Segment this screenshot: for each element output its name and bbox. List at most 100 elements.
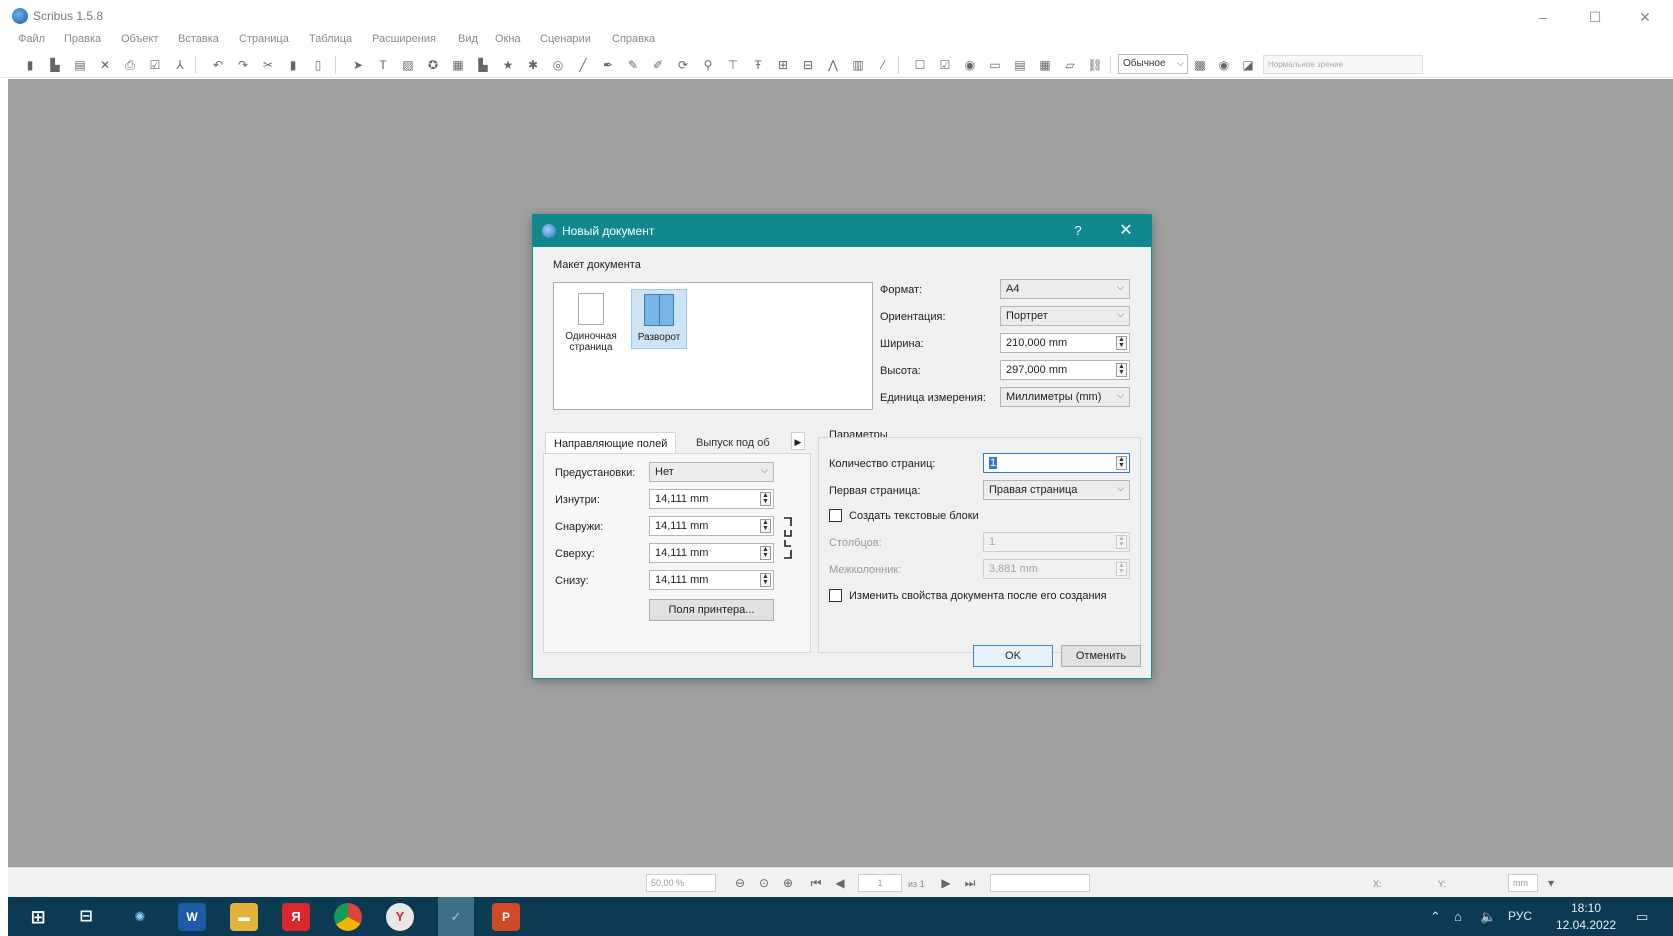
copy-icon[interactable]: ▮	[285, 57, 301, 73]
spinner-arrows-icon[interactable]: ▲ ▼	[760, 573, 771, 587]
inside-margin-input[interactable]: 14,111 mm ▲ ▼	[649, 489, 774, 509]
language-indicator[interactable]: РУС	[1508, 909, 1532, 923]
select-arrow-icon[interactable]: ➤	[350, 57, 366, 73]
top-margin-input[interactable]: 14,111 mm ▲ ▼	[649, 543, 774, 563]
cancel-button[interactable]: Отменить	[1061, 645, 1141, 667]
menu-help[interactable]: Справка	[612, 33, 655, 45]
menu-page[interactable]: Страница	[239, 33, 289, 45]
menu-item-object[interactable]: Объект	[121, 33, 158, 45]
pdf-combo-icon[interactable]: ▤	[1012, 57, 1028, 73]
format-select[interactable]: A4 ⌵	[1000, 279, 1130, 299]
eye-preview-icon[interactable]: ◉	[1216, 57, 1232, 73]
zoom-out-icon[interactable]: ⊖	[732, 874, 748, 892]
undo-icon[interactable]: ↶	[210, 57, 226, 73]
tab-margin-guides[interactable]: Направляющие полей	[545, 432, 677, 454]
network-icon[interactable]: ⌂	[1454, 909, 1462, 924]
pdf-link-icon[interactable]: ⛓	[1087, 57, 1103, 73]
preflight-icon[interactable]: ☑	[147, 57, 163, 73]
pdf-checkbox-icon[interactable]: ☑	[937, 57, 953, 73]
copy-properties-icon[interactable]: ▥	[850, 57, 866, 73]
color-preview-icon[interactable]: ▩	[1192, 57, 1208, 73]
open-document-icon[interactable]: ▙	[47, 57, 63, 73]
tab-bleeds[interactable]: Выпуск под об	[688, 432, 778, 454]
pdf-list-icon[interactable]: ▦	[1037, 57, 1053, 73]
page-number-input[interactable]: 1	[858, 874, 902, 892]
layout-single-page[interactable]: Одиночная страница	[562, 289, 620, 359]
zoom-icon[interactable]: ⚲	[700, 57, 716, 73]
ok-button[interactable]: OK	[973, 645, 1053, 667]
page-count-input[interactable]: 1 ▲ ▼	[983, 453, 1130, 473]
printer-margins-button[interactable]: Поля принтера...	[649, 599, 774, 621]
save-icon[interactable]: ▤	[72, 57, 88, 73]
layout-double-sided[interactable]: Разворот	[631, 289, 687, 349]
unit-dropdown-icon[interactable]: ▾	[1543, 874, 1559, 892]
close-document-icon[interactable]: ✕	[97, 57, 113, 73]
last-page-icon[interactable]: ⏭	[962, 874, 978, 892]
menu-edit[interactable]: Правка	[64, 33, 101, 45]
pdf-annotation-icon[interactable]: ▱	[1062, 57, 1078, 73]
link-frames-icon[interactable]: ⊞	[775, 57, 791, 73]
powerpoint-taskbar-icon[interactable]: P	[492, 903, 520, 931]
link-margins-chain-icon[interactable]	[783, 516, 793, 560]
units-select[interactable]: Миллиметры (mm) ⌵	[1000, 387, 1130, 407]
windows-start-icon[interactable]: ⊞	[24, 903, 52, 931]
pdf-textfield-icon[interactable]: ▭	[987, 57, 1003, 73]
orientation-select[interactable]: Портрет ⌵	[1000, 306, 1130, 326]
spinner-arrows-icon[interactable]: ▲ ▼	[1116, 456, 1127, 470]
menu-insert[interactable]: Вставка	[178, 33, 219, 45]
menu-file[interactable]: Файл	[18, 33, 45, 45]
story-editor-icon[interactable]: Ŧ	[750, 57, 766, 73]
volume-icon[interactable]: 🔈	[1480, 909, 1496, 925]
first-page-select[interactable]: Правая страница ⌵	[983, 480, 1130, 500]
spinner-arrows-icon[interactable]: ▲ ▼	[760, 519, 771, 533]
freehand-icon[interactable]: ✎	[625, 57, 641, 73]
dialog-close-button[interactable]: ✕	[1113, 221, 1139, 241]
zoom-input[interactable]: 50,00 %	[646, 874, 716, 892]
yandex-browser-icon[interactable]: Y	[386, 903, 414, 931]
shape-icon[interactable]: ▙	[475, 57, 491, 73]
bezier-icon[interactable]: ✒	[600, 57, 616, 73]
spinner-arrows-icon[interactable]: ▲ ▼	[760, 546, 771, 560]
word-taskbar-icon[interactable]: W	[178, 903, 206, 931]
spinner-arrows-icon[interactable]: ▲ ▼	[760, 492, 771, 506]
maximize-button[interactable]: ☐	[1572, 4, 1618, 30]
pdf-button-icon[interactable]: ☐	[912, 57, 928, 73]
minimize-button[interactable]: –	[1520, 4, 1566, 30]
table-icon[interactable]: ▦	[450, 57, 466, 73]
clock-date[interactable]: 12.04.2022	[1551, 918, 1621, 932]
height-input[interactable]: 297,000 mm ▲ ▼	[1000, 360, 1130, 380]
task-view-icon[interactable]: ⊟	[72, 903, 100, 931]
rotate-icon[interactable]: ⟳	[675, 57, 691, 73]
unit-select[interactable]: mm	[1508, 874, 1538, 892]
eyedropper-icon[interactable]: ⁄	[875, 57, 891, 73]
menu-scripts[interactable]: Сценарии	[540, 33, 591, 45]
app-taskbar-icon[interactable]: ✺	[126, 903, 154, 931]
pdf-export-icon[interactable]: ⅄	[172, 57, 188, 73]
image-frame-icon[interactable]: ▨	[400, 57, 416, 73]
tab-scroll-right-icon[interactable]: ▶	[791, 432, 805, 450]
width-input[interactable]: 210,000 mm ▲ ▼	[1000, 333, 1130, 353]
gap-input[interactable]: 3,881 mm ▲ ▼	[983, 559, 1130, 579]
new-document-icon[interactable]: ▮	[22, 57, 38, 73]
zoom-in-icon[interactable]: ⊕	[780, 874, 796, 892]
measure-icon[interactable]: ⋀	[825, 57, 841, 73]
scribus-taskbar-icon[interactable]: ✓	[438, 897, 474, 936]
render-frame-icon[interactable]: ✪	[425, 57, 441, 73]
menu-table[interactable]: Таблица	[309, 33, 352, 45]
presets-select[interactable]: Нет ⌵	[649, 462, 774, 482]
outside-margin-input[interactable]: 14,111 mm ▲ ▼	[649, 516, 774, 536]
print-icon[interactable]: ⎙	[122, 57, 138, 73]
arc-icon[interactable]: ✱	[525, 57, 541, 73]
menu-windows[interactable]: Окна	[495, 33, 521, 45]
unlink-frames-icon[interactable]: ⊟	[800, 57, 816, 73]
polygon-icon[interactable]: ★	[500, 57, 516, 73]
notifications-icon[interactable]: ▭	[1636, 909, 1648, 925]
spinner-arrows-icon[interactable]: ▲ ▼	[1116, 363, 1127, 377]
spinner-arrows-icon[interactable]: ▲ ▼	[1116, 336, 1127, 350]
edit-text-icon[interactable]: ⊤	[725, 57, 741, 73]
bottom-margin-input[interactable]: 14,111 mm ▲ ▼	[649, 570, 774, 590]
paste-icon[interactable]: ▯	[310, 57, 326, 73]
next-page-icon[interactable]: ▶	[938, 874, 954, 892]
cut-icon[interactable]: ✂	[260, 57, 276, 73]
explorer-taskbar-icon[interactable]: ▬	[230, 903, 258, 931]
